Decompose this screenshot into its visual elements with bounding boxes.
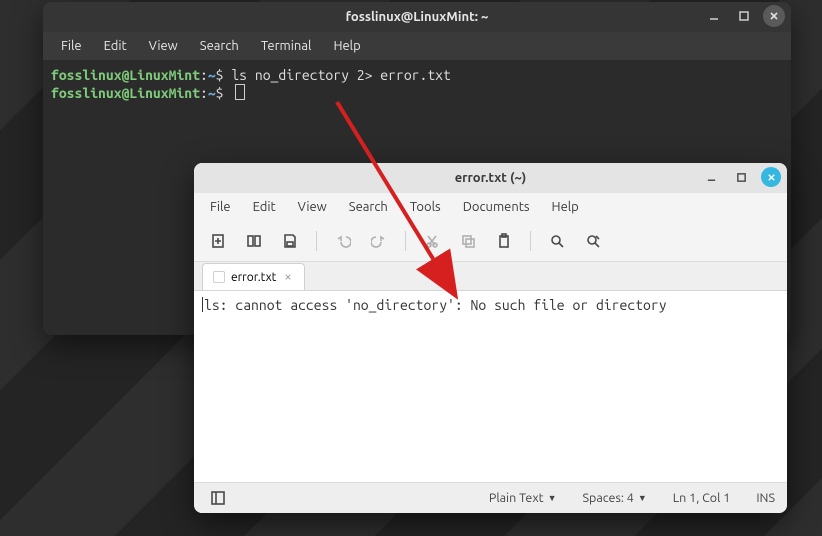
paste-icon[interactable] — [488, 226, 520, 256]
terminal-line: fosslinux@LinuxMint:~$ ls no_directory 2… — [51, 66, 783, 84]
command-text: ls no_directory 2> error.txt — [231, 67, 451, 83]
menu-tools[interactable]: Tools — [400, 196, 451, 218]
status-spaces[interactable]: Spaces: 4▼ — [582, 491, 646, 505]
menu-view[interactable]: View — [288, 196, 337, 218]
new-file-icon[interactable] — [202, 226, 234, 256]
terminal-menubar: File Edit View Search Terminal Help — [43, 32, 791, 60]
file-content: ls: cannot access 'no_directory': No suc… — [204, 297, 667, 313]
menu-view[interactable]: View — [139, 36, 188, 56]
menu-file[interactable]: File — [51, 36, 92, 56]
tab-label: error.txt — [231, 271, 276, 284]
toolbar-separator — [316, 231, 317, 251]
status-mode[interactable]: INS — [756, 491, 775, 505]
maximize-button[interactable] — [731, 167, 751, 187]
redo-icon[interactable] — [363, 226, 395, 256]
editor-body[interactable]: ls: cannot access 'no_directory': No suc… — [194, 291, 787, 482]
search-icon[interactable] — [541, 226, 573, 256]
close-button[interactable] — [761, 167, 781, 187]
file-icon — [213, 271, 225, 283]
chevron-down-icon: ▼ — [548, 493, 557, 503]
copy-icon[interactable] — [452, 226, 484, 256]
cut-icon[interactable] — [416, 226, 448, 256]
toolbar-separator — [405, 231, 406, 251]
editor-tabs: error.txt × — [194, 262, 787, 291]
menu-search[interactable]: Search — [339, 196, 398, 218]
maximize-button[interactable] — [733, 5, 755, 27]
editor-statusbar: Plain Text▼ Spaces: 4▼ Ln 1, Col 1 INS — [194, 482, 787, 513]
terminal-title: fosslinux@LinuxMint: ~ — [346, 10, 489, 24]
tab-error-txt[interactable]: error.txt × — [202, 263, 305, 290]
menu-documents[interactable]: Documents — [453, 196, 540, 218]
close-button[interactable] — [763, 5, 785, 27]
menu-help[interactable]: Help — [323, 36, 370, 56]
terminal-titlebar[interactable]: fosslinux@LinuxMint: ~ — [43, 2, 791, 32]
toolbar-separator — [530, 231, 531, 251]
minimize-button[interactable] — [703, 5, 725, 27]
menu-help[interactable]: Help — [542, 196, 589, 218]
sidepanel-toggle-icon[interactable] — [206, 487, 230, 509]
editor-toolbar — [194, 221, 787, 262]
undo-icon[interactable] — [327, 226, 359, 256]
menu-edit[interactable]: Edit — [243, 196, 286, 218]
editor-window: error.txt (~) File Edit View Search Tool… — [194, 163, 787, 513]
chevron-down-icon: ▼ — [638, 493, 647, 503]
terminal-line: fosslinux@LinuxMint:~$ — [51, 84, 783, 102]
text-cursor — [202, 297, 203, 312]
open-file-icon[interactable] — [238, 226, 270, 256]
status-filetype[interactable]: Plain Text▼ — [489, 491, 557, 505]
terminal-cursor — [235, 84, 245, 100]
minimize-button[interactable] — [701, 167, 721, 187]
menu-edit[interactable]: Edit — [94, 36, 137, 56]
replace-icon[interactable] — [577, 226, 609, 256]
status-position: Ln 1, Col 1 — [673, 491, 731, 505]
editor-menubar: File Edit View Search Tools Documents He… — [194, 193, 787, 221]
editor-titlebar[interactable]: error.txt (~) — [194, 163, 787, 193]
prompt-user: fosslinux — [51, 67, 122, 83]
menu-terminal[interactable]: Terminal — [251, 36, 322, 56]
menu-file[interactable]: File — [200, 196, 241, 218]
save-icon[interactable] — [274, 226, 306, 256]
menu-search[interactable]: Search — [190, 36, 249, 56]
tab-close-icon[interactable]: × — [282, 270, 293, 284]
editor-title: error.txt (~) — [455, 171, 527, 185]
